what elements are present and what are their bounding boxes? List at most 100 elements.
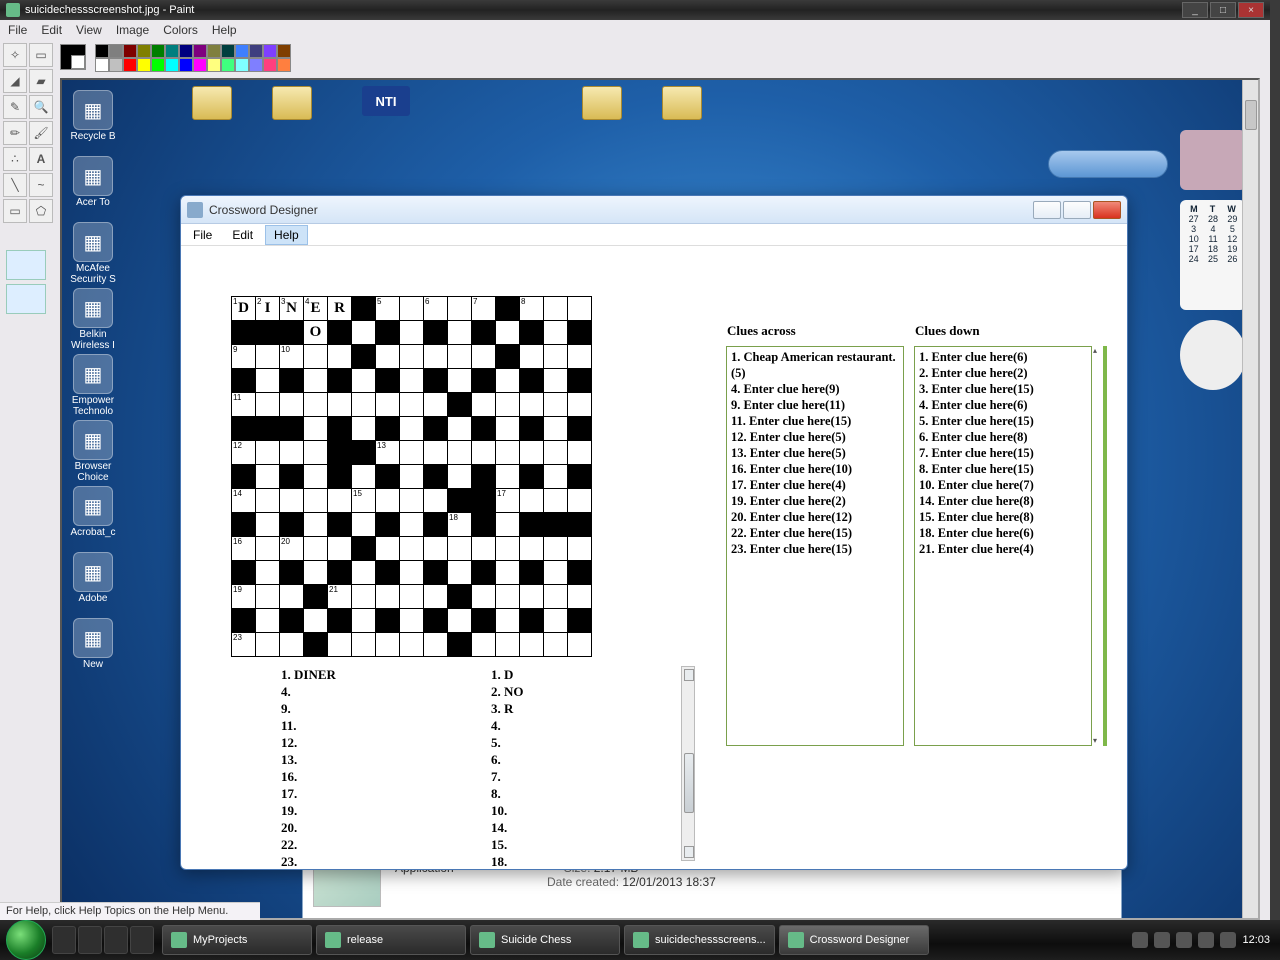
- grid-cell[interactable]: [472, 465, 496, 489]
- grid-cell[interactable]: [376, 393, 400, 417]
- grid-cell[interactable]: [568, 537, 592, 561]
- grid-cell[interactable]: [568, 489, 592, 513]
- grid-cell[interactable]: [520, 369, 544, 393]
- grid-cell[interactable]: [568, 609, 592, 633]
- grid-cell[interactable]: [568, 465, 592, 489]
- color-swatch[interactable]: [151, 58, 165, 72]
- paint-minimize-button[interactable]: _: [1182, 2, 1208, 18]
- grid-cell[interactable]: [400, 609, 424, 633]
- grid-cell[interactable]: [400, 321, 424, 345]
- grid-cell[interactable]: [400, 465, 424, 489]
- grid-cell[interactable]: [328, 609, 352, 633]
- taskbar-button[interactable]: MyProjects: [162, 925, 312, 955]
- grid-cell[interactable]: [352, 633, 376, 657]
- clue-down[interactable]: 6. Enter clue here(8): [919, 429, 1087, 445]
- grid-cell[interactable]: [352, 537, 376, 561]
- grid-cell[interactable]: [304, 465, 328, 489]
- grid-cell[interactable]: [568, 633, 592, 657]
- grid-cell[interactable]: [448, 345, 472, 369]
- paint-menu-file[interactable]: File: [8, 23, 27, 37]
- grid-cell[interactable]: [232, 561, 256, 585]
- grid-cell[interactable]: [520, 513, 544, 537]
- grid-cell[interactable]: [232, 513, 256, 537]
- grid-cell[interactable]: [400, 345, 424, 369]
- color-swatch[interactable]: [249, 44, 263, 58]
- grid-cell[interactable]: 16: [232, 537, 256, 561]
- grid-cell[interactable]: [424, 345, 448, 369]
- clue-down[interactable]: 10. Enter clue here(7): [919, 477, 1087, 493]
- grid-cell[interactable]: [256, 465, 280, 489]
- quick-launch-icon[interactable]: [130, 926, 154, 954]
- color-swatch[interactable]: [95, 58, 109, 72]
- grid-cell[interactable]: [472, 633, 496, 657]
- grid-cell[interactable]: [304, 345, 328, 369]
- crossword-maximize-button[interactable]: [1063, 201, 1091, 219]
- grid-cell[interactable]: [448, 633, 472, 657]
- grid-cell[interactable]: 8: [520, 297, 544, 321]
- grid-cell[interactable]: [544, 441, 568, 465]
- grid-cell[interactable]: [400, 417, 424, 441]
- paint-maximize-button[interactable]: □: [1210, 2, 1236, 18]
- grid-cell[interactable]: [400, 369, 424, 393]
- tool-pencil[interactable]: ✏: [3, 121, 27, 145]
- grid-cell[interactable]: [400, 441, 424, 465]
- grid-cell[interactable]: [568, 321, 592, 345]
- answers-scrollbar[interactable]: [681, 666, 695, 861]
- grid-cell[interactable]: [544, 513, 568, 537]
- grid-cell[interactable]: [328, 441, 352, 465]
- grid-cell[interactable]: 23: [232, 633, 256, 657]
- grid-cell[interactable]: [496, 417, 520, 441]
- grid-cell[interactable]: [352, 297, 376, 321]
- grid-cell[interactable]: [496, 441, 520, 465]
- grid-cell[interactable]: [352, 513, 376, 537]
- grid-cell[interactable]: [544, 561, 568, 585]
- grid-cell[interactable]: [352, 345, 376, 369]
- grid-cell[interactable]: [496, 369, 520, 393]
- clue-across[interactable]: 22. Enter clue here(15): [731, 525, 899, 541]
- grid-cell[interactable]: [496, 585, 520, 609]
- grid-cell[interactable]: [568, 297, 592, 321]
- grid-cell[interactable]: [472, 417, 496, 441]
- tool-rect[interactable]: ▭: [3, 199, 27, 223]
- grid-cell[interactable]: [472, 345, 496, 369]
- grid-cell[interactable]: [328, 465, 352, 489]
- quick-launch-icon[interactable]: [52, 926, 76, 954]
- grid-cell[interactable]: [472, 585, 496, 609]
- grid-cell[interactable]: [424, 321, 448, 345]
- clue-across[interactable]: 4. Enter clue here(9): [731, 381, 899, 397]
- taskbar-button[interactable]: suicidechessscreens...: [624, 925, 775, 955]
- grid-cell[interactable]: [544, 489, 568, 513]
- grid-cell[interactable]: [400, 489, 424, 513]
- grid-cell[interactable]: [472, 321, 496, 345]
- grid-cell[interactable]: 3N: [280, 297, 304, 321]
- grid-cell[interactable]: [352, 465, 376, 489]
- grid-cell[interactable]: [328, 513, 352, 537]
- grid-cell[interactable]: [280, 585, 304, 609]
- grid-cell[interactable]: 9: [232, 345, 256, 369]
- grid-cell[interactable]: [400, 585, 424, 609]
- grid-cell[interactable]: [328, 417, 352, 441]
- grid-cell[interactable]: [448, 561, 472, 585]
- grid-cell[interactable]: [256, 561, 280, 585]
- clue-across[interactable]: 23. Enter clue here(15): [731, 541, 899, 557]
- grid-cell[interactable]: 11: [232, 393, 256, 417]
- grid-cell[interactable]: [496, 297, 520, 321]
- grid-cell[interactable]: [232, 465, 256, 489]
- tray-icon[interactable]: [1176, 932, 1192, 948]
- color-swatch[interactable]: [179, 58, 193, 72]
- grid-cell[interactable]: [424, 393, 448, 417]
- grid-cell[interactable]: [304, 537, 328, 561]
- clue-across[interactable]: 19. Enter clue here(2): [731, 493, 899, 509]
- grid-cell[interactable]: 20: [280, 537, 304, 561]
- grid-cell[interactable]: [304, 417, 328, 441]
- grid-cell[interactable]: [400, 537, 424, 561]
- grid-cell[interactable]: [280, 321, 304, 345]
- clue-down[interactable]: 1. Enter clue here(6): [919, 349, 1087, 365]
- grid-cell[interactable]: [256, 441, 280, 465]
- grid-cell[interactable]: [520, 609, 544, 633]
- grid-cell[interactable]: [352, 369, 376, 393]
- color-swatch[interactable]: [277, 44, 291, 58]
- grid-cell[interactable]: [280, 465, 304, 489]
- grid-cell[interactable]: [376, 417, 400, 441]
- grid-cell[interactable]: [568, 513, 592, 537]
